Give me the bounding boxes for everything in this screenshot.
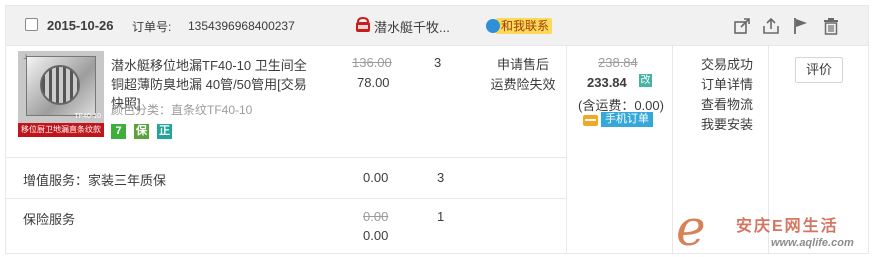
share-icon[interactable] [733,17,751,35]
chat-icon [486,19,500,33]
value-added-service-price: 0.00 [363,170,389,185]
genuine-badge[interactable]: 正 [157,124,172,139]
payment-card-icon [583,115,598,126]
order-header: 2015-10-26 订单号: 1354396968400237 潜水艇千牧..… [6,6,868,46]
shop-icon [356,17,370,32]
insurance-original-price: 0.00 [363,209,389,224]
insurance-service-label: 保险服务 [23,212,76,227]
product-image-banner: 移位厨卫地漏直条纹款 [18,123,104,137]
order-number: 1354396968400237 [188,19,295,33]
product-image[interactable]: ⊥ TF40-10 移位厨卫地漏直条纹款 [18,51,104,137]
order-status-column: 交易成功 订单详情 查看物流 我要安装 [686,55,768,135]
rate-button[interactable]: 评价 [795,57,843,83]
watermark-url: www.aqlife.com [771,237,854,249]
order-checkbox[interactable] [25,18,38,31]
product-price: 78.00 [357,75,390,90]
order-date: 2015-10-26 [47,18,114,33]
order-details-link[interactable]: 订单详情 [686,75,768,95]
value-added-service-label: 增值服务：家装三年质保 [23,173,167,188]
row-divider [5,157,567,158]
order-number-label: 订单号: [132,20,172,34]
value-added-service-quantity: 3 [437,170,445,185]
mobile-order-badge: 手机订单 [601,112,653,127]
seven-day-return-badge[interactable]: 7 [111,124,126,139]
insurance-quantity: 1 [437,209,445,224]
price-changed-badge: 改 [639,74,652,87]
site-watermark: e 安庆E网生活 www.aqlife.com [676,199,872,255]
watermark-logo-letter: e [676,199,706,257]
upload-icon[interactable] [762,17,780,35]
product-original-price: 136.00 [352,55,392,70]
apply-after-sales-link[interactable]: 申请售后 [478,55,568,75]
product-quantity: 3 [434,55,442,70]
contact-seller-label: 和我联系 [496,18,553,34]
guarantee-badge[interactable]: 保 [134,124,149,139]
product-image-model: TF40-10 [74,113,101,120]
drain-grate-graphic [40,65,80,105]
request-installation-link[interactable]: 我要安装 [686,115,768,135]
watermark-brand: 安庆E网生活 [736,218,839,235]
trash-icon[interactable] [822,17,840,35]
product-color-spec: 颜色分类：直条纹TF40-10 [111,103,253,117]
flag-icon[interactable] [792,17,810,35]
original-total: 238.84 [598,55,638,70]
shop-name-link[interactable]: 潜水艇千牧... [374,17,450,36]
view-logistics-link[interactable]: 查看物流 [686,95,768,115]
shipping-insurance-status: 运费险失效 [490,77,556,92]
column-divider [672,46,673,254]
after-sales-column: 申请售后 运费险失效 [478,55,568,95]
order-total: 233.84 [587,75,627,90]
trade-status: 交易成功 [700,57,753,72]
row-divider [5,198,567,199]
insurance-price: 0.00 [363,228,389,243]
